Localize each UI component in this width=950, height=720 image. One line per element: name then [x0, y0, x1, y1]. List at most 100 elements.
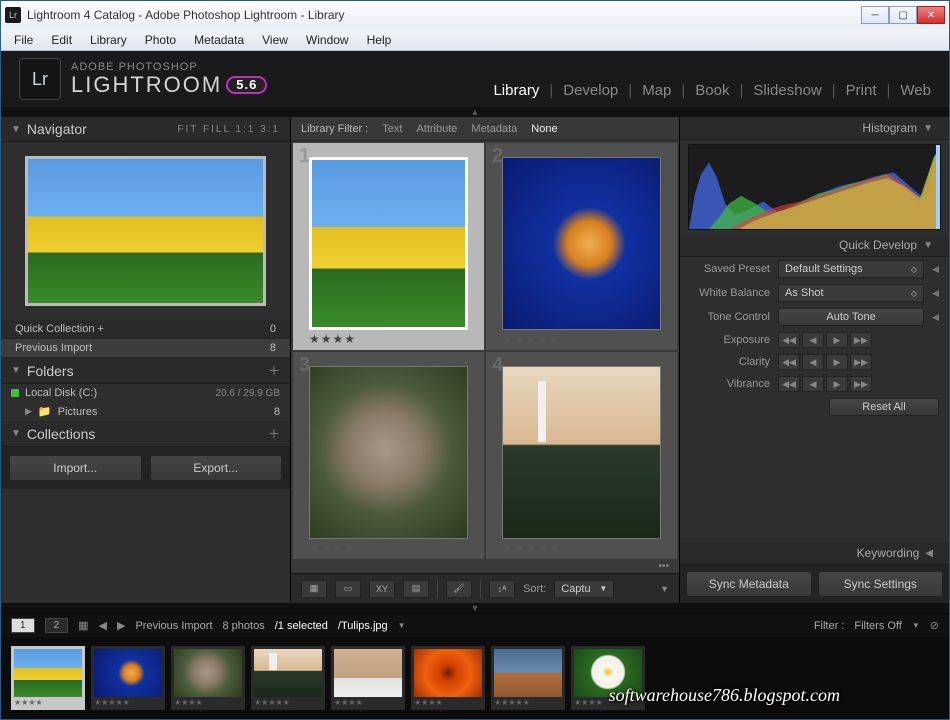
menu-help[interactable]: Help	[358, 31, 401, 49]
clarity-dec-large[interactable]: ◀◀	[778, 354, 800, 370]
painter-icon[interactable]: 🖌	[446, 580, 472, 598]
reset-all-button[interactable]: Reset All	[829, 398, 939, 416]
menu-file[interactable]: File	[5, 31, 42, 49]
sync-metadata-button[interactable]: Sync Metadata	[686, 571, 812, 597]
quick-develop-title: Quick Develop	[839, 238, 917, 252]
vibrance-dec[interactable]: ◀	[802, 376, 824, 392]
menu-view[interactable]: View	[253, 31, 297, 49]
navigator-preview[interactable]	[1, 142, 290, 320]
grid-cell[interactable]: 3★★★★	[293, 352, 484, 559]
white-balance-dropdown[interactable]: As Shot◇	[778, 284, 924, 302]
catalog-row[interactable]: Quick Collection +0	[1, 320, 290, 339]
close-button[interactable]: ✕	[917, 6, 945, 24]
collapse-icon[interactable]: ◀	[932, 312, 939, 323]
sort-direction-icon[interactable]: ↕ᴬ	[489, 580, 515, 598]
navigator-zoom-opts[interactable]: FIT FILL 1:1 3:1	[177, 124, 280, 135]
add-folder-icon[interactable]: ＋	[268, 362, 280, 379]
module-book[interactable]: Book	[695, 82, 729, 99]
clarity-inc-large[interactable]: ▶▶	[850, 354, 872, 370]
second-window-button[interactable]: 2	[45, 618, 69, 633]
vibrance-inc[interactable]: ▶	[826, 376, 848, 392]
grid-cell[interactable]: 1★★★★	[293, 143, 484, 350]
filmstrip-cell[interactable]: ★★★★	[331, 646, 405, 710]
filter-tab-text[interactable]: Text	[382, 123, 402, 135]
module-slideshow[interactable]: Slideshow	[753, 82, 821, 99]
forward-icon[interactable]: ▶	[117, 619, 125, 632]
filter-dropdown-icon[interactable]: ▼	[912, 621, 920, 630]
vibrance-inc-large[interactable]: ▶▶	[850, 376, 872, 392]
import-button[interactable]: Import...	[9, 455, 142, 481]
quick-develop-header[interactable]: Quick Develop ▼	[680, 234, 949, 257]
grid-toggle-icon[interactable]: ▦	[78, 619, 88, 632]
keywording-header[interactable]: Keywording ◀	[680, 542, 949, 565]
sync-settings-button[interactable]: Sync Settings	[818, 571, 944, 597]
maximize-button[interactable]: ▢	[889, 6, 917, 24]
module-web[interactable]: Web	[900, 82, 931, 99]
collections-header[interactable]: ▼ Collections ＋	[1, 421, 290, 447]
auto-tone-button[interactable]: Auto Tone	[778, 308, 924, 326]
folder-row[interactable]: ▶ 📁 Pictures 8	[1, 402, 290, 421]
collapse-icon[interactable]: ◀	[932, 264, 939, 275]
source-label[interactable]: Previous Import	[135, 620, 212, 632]
filter-lock-icon[interactable]: ⊘	[930, 619, 939, 632]
module-develop[interactable]: Develop	[563, 82, 618, 99]
vibrance-dec-large[interactable]: ◀◀	[778, 376, 800, 392]
filmstrip[interactable]: ★★★★★★★★★★★★★★★★★★★★★★★★★★★★★★★★★★★	[1, 637, 949, 719]
histogram-chart[interactable]	[688, 144, 941, 230]
rating-stars[interactable]: ★★★★★	[502, 330, 661, 346]
filmstrip-cell[interactable]: ★★★★	[11, 646, 85, 710]
sort-dropdown[interactable]: Captu▼	[554, 580, 614, 598]
toolbar-more-icon[interactable]: ▼	[660, 584, 669, 594]
grid-cell[interactable]: 2★★★★★	[486, 143, 677, 350]
filmstrip-cell[interactable]: ★★★★	[411, 646, 485, 710]
menu-photo[interactable]: Photo	[136, 31, 185, 49]
disk-status-icon	[11, 389, 19, 397]
exposure-inc-large[interactable]: ▶▶	[850, 332, 872, 348]
main-window-button[interactable]: 1	[11, 618, 35, 633]
module-print[interactable]: Print	[846, 82, 877, 99]
module-library[interactable]: Library	[493, 82, 539, 99]
compare-view-icon[interactable]: XY	[369, 580, 395, 598]
filter-tab-none[interactable]: None	[531, 123, 557, 135]
clarity-dec[interactable]: ◀	[802, 354, 824, 370]
grid-view-icon[interactable]: ▦	[301, 580, 327, 598]
collapse-icon[interactable]: ◀	[932, 288, 939, 299]
survey-view-icon[interactable]: ▤	[403, 580, 429, 598]
back-icon[interactable]: ◀	[99, 619, 107, 632]
module-map[interactable]: Map	[642, 82, 671, 99]
filter-tab-attribute[interactable]: Attribute	[416, 123, 457, 135]
top-panel-toggle[interactable]: ▲	[1, 107, 949, 117]
exposure-dec[interactable]: ◀	[802, 332, 824, 348]
export-button[interactable]: Export...	[150, 455, 283, 481]
clarity-inc[interactable]: ▶	[826, 354, 848, 370]
add-collection-icon[interactable]: ＋	[268, 425, 280, 442]
minimize-button[interactable]: ─	[861, 6, 889, 24]
rating-stars[interactable]: ★★★★	[309, 539, 468, 555]
filmstrip-filter-value[interactable]: Filters Off	[854, 620, 901, 632]
filter-tab-metadata[interactable]: Metadata	[471, 123, 517, 135]
rating-stars[interactable]: ★★★★	[309, 330, 468, 346]
menu-library[interactable]: Library	[81, 31, 136, 49]
source-dropdown-icon[interactable]: ▼	[398, 621, 406, 630]
navigator-header[interactable]: ▼ Navigator FIT FILL 1:1 3:1	[1, 117, 290, 142]
folders-header[interactable]: ▼ Folders ＋	[1, 358, 290, 384]
filmstrip-cell[interactable]: ★★★★	[571, 646, 645, 710]
filmstrip-cell[interactable]: ★★★★	[171, 646, 245, 710]
menu-metadata[interactable]: Metadata	[185, 31, 253, 49]
filmstrip-cell[interactable]: ★★★★★	[251, 646, 325, 710]
filmstrip-cell[interactable]: ★★★★★	[91, 646, 165, 710]
volume-row[interactable]: Local Disk (C:) 20.6 / 29.9 GB	[1, 384, 290, 402]
menu-window[interactable]: Window	[297, 31, 358, 49]
grid-cell[interactable]: 4★★★★★	[486, 352, 677, 559]
catalog-row[interactable]: Previous Import8	[1, 339, 290, 358]
histogram-header[interactable]: Histogram ▼	[680, 117, 949, 140]
bottom-panel-toggle[interactable]: ▼	[1, 603, 949, 613]
rating-stars[interactable]: ★★★★★	[502, 539, 661, 555]
saved-preset-dropdown[interactable]: Default Settings◇	[778, 260, 924, 278]
loupe-view-icon[interactable]: ▭	[335, 580, 361, 598]
module-separator: |	[887, 82, 891, 99]
menu-edit[interactable]: Edit	[42, 31, 81, 49]
filmstrip-cell[interactable]: ★★★★★	[491, 646, 565, 710]
exposure-inc[interactable]: ▶	[826, 332, 848, 348]
exposure-dec-large[interactable]: ◀◀	[778, 332, 800, 348]
